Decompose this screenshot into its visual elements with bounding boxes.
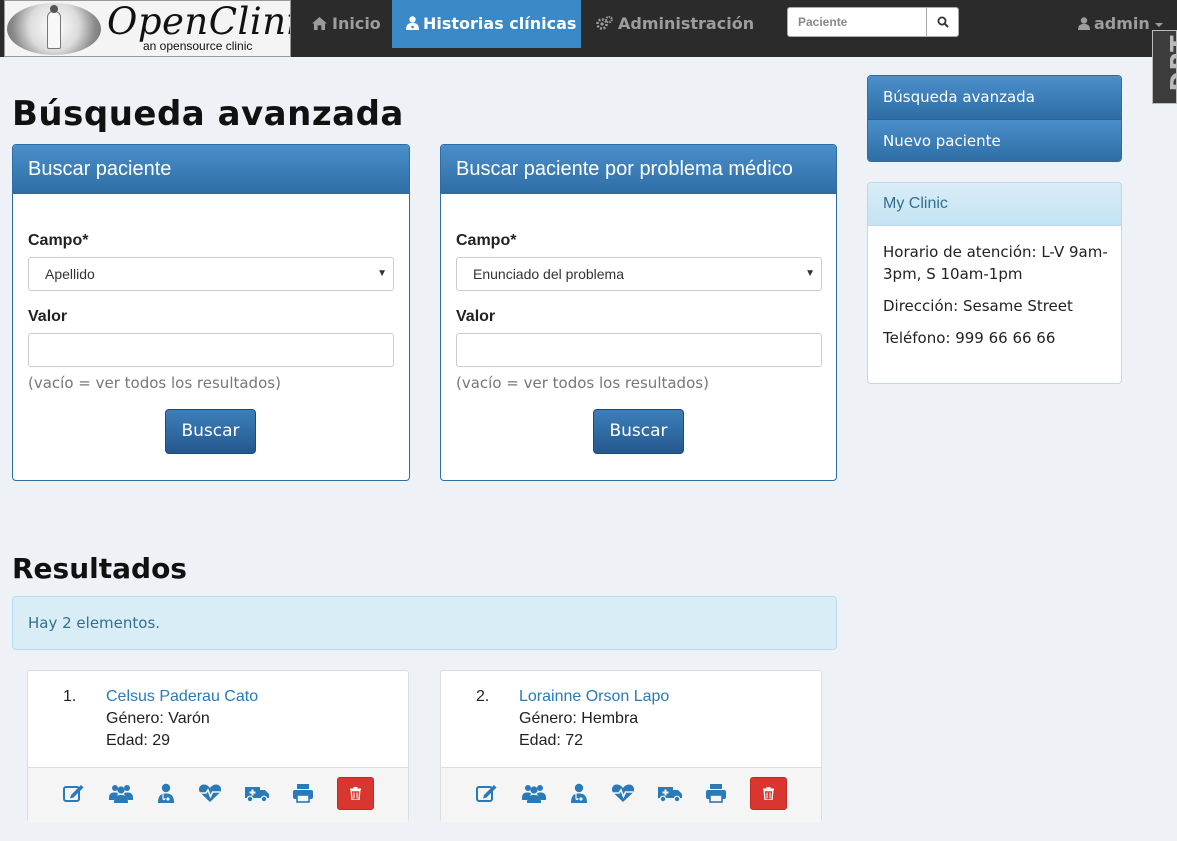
nav-home[interactable]: Inicio — [298, 0, 395, 48]
value-help-text: (vacío = ver todos los resultados) — [28, 374, 281, 392]
patient-search-input[interactable] — [787, 7, 927, 37]
openclinic-logo[interactable]: OpenClinic an opensource clinic system — [4, 0, 291, 57]
search-problem-panel: Buscar paciente por problema médico Camp… — [440, 144, 837, 481]
home-icon — [312, 17, 327, 30]
delete-button[interactable] — [337, 777, 374, 810]
patient-gender: Género: Hembra — [519, 710, 639, 727]
result-actions — [28, 767, 408, 822]
relatives-icon[interactable] — [521, 780, 547, 806]
trash-icon — [763, 787, 774, 800]
problem-field-select-value: Enunciado del problema — [473, 266, 624, 282]
value-input[interactable] — [28, 333, 394, 367]
clinic-name: My Clinic — [868, 183, 1121, 226]
patient-name-link[interactable]: Lorainne Orson Lapo — [519, 688, 669, 706]
user-icon — [1078, 17, 1090, 30]
doctor-icon[interactable] — [566, 780, 592, 806]
chevron-down-icon: ▼ — [377, 268, 387, 279]
search-problem-button[interactable]: Buscar — [593, 409, 684, 454]
field-select-value: Apellido — [45, 266, 95, 282]
clinic-hours: Horario de atención: L-V 9am-3pm, S 10am… — [883, 243, 1108, 283]
result-card: 1. Celsus Paderau Cato Género: Varón Eda… — [27, 670, 409, 822]
relatives-icon[interactable] — [108, 780, 134, 806]
search-button[interactable] — [926, 7, 959, 37]
results-count-alert: Hay 2 elementos. — [12, 596, 837, 650]
user-md-icon — [406, 16, 419, 30]
debug-toolbar-label: DPT — [1165, 34, 1177, 92]
search-patient-panel: Buscar paciente Campo* Apellido ▼ Valor … — [12, 144, 410, 481]
debug-toolbar-toggle[interactable]: DPT — [1152, 30, 1177, 104]
sidebar-menu: Búsqueda avanzada Nuevo paciente — [867, 75, 1122, 162]
nav-administration-label: Administración — [618, 14, 755, 33]
page-title: Búsqueda avanzada — [12, 94, 404, 134]
patient-name-link[interactable]: Celsus Paderau Cato — [106, 688, 258, 706]
print-icon[interactable] — [290, 780, 316, 806]
user-name: admin — [1094, 14, 1150, 33]
ambulance-icon[interactable] — [244, 780, 270, 806]
nav-medical-records-label: Historias clínicas — [423, 14, 577, 33]
field-label: Campo* — [456, 232, 517, 249]
doctor-icon[interactable] — [153, 780, 179, 806]
patient-age: Edad: 72 — [519, 732, 584, 749]
result-card: 2. Lorainne Orson Lapo Género: Hembra Ed… — [440, 670, 822, 822]
field-label: Campo* — [28, 232, 89, 249]
field-select[interactable]: Apellido ▼ — [28, 257, 394, 291]
value-label: Valor — [456, 308, 496, 325]
delete-button[interactable] — [750, 777, 787, 810]
value-label: Valor — [28, 308, 68, 325]
logo-title: OpenClinic — [107, 0, 290, 43]
heartbeat-icon[interactable] — [197, 780, 223, 806]
top-navbar: OpenClinic an opensource clinic system I… — [0, 0, 1177, 57]
chevron-down-icon — [1154, 22, 1163, 27]
result-number: 1. — [63, 688, 77, 705]
print-icon[interactable] — [703, 780, 729, 806]
result-number: 2. — [476, 688, 490, 705]
logo-subtitle: an opensource clinic system — [143, 39, 253, 56]
sidebar-item-advanced-search[interactable]: Búsqueda avanzada — [868, 76, 1121, 119]
clinic-address: Dirección: Sesame Street — [883, 297, 1073, 315]
search-patient-heading: Buscar paciente — [13, 145, 409, 194]
edit-icon[interactable] — [61, 780, 87, 806]
problem-field-select[interactable]: Enunciado del problema ▼ — [456, 257, 822, 291]
patient-gender: Género: Varón — [106, 710, 210, 727]
ambulance-icon[interactable] — [657, 780, 683, 806]
cogs-icon — [596, 15, 613, 30]
nav-medical-records[interactable]: Historias clínicas — [392, 0, 581, 48]
value-help-text: (vacío = ver todos los resultados) — [456, 374, 709, 392]
problem-value-input[interactable] — [456, 333, 822, 367]
edit-icon[interactable] — [474, 780, 500, 806]
nav-home-label: Inicio — [332, 14, 381, 33]
clinic-phone: Teléfono: 999 66 66 66 — [883, 329, 1056, 347]
clinic-info-panel: My Clinic Horario de atención: L-V 9am-3… — [867, 182, 1122, 384]
search-patient-button[interactable]: Buscar — [165, 409, 256, 454]
trash-icon — [350, 787, 361, 800]
doctor-figure-logo-image — [7, 3, 101, 55]
search-icon — [937, 16, 949, 28]
search-problem-heading: Buscar paciente por problema médico — [441, 145, 836, 194]
nav-administration[interactable]: Administración — [582, 0, 768, 48]
heartbeat-icon[interactable] — [610, 780, 636, 806]
sidebar-item-new-patient[interactable]: Nuevo paciente — [868, 119, 1121, 161]
user-menu[interactable]: admin — [1078, 0, 1163, 48]
chevron-down-icon: ▼ — [805, 268, 815, 279]
results-title: Resultados — [12, 552, 187, 585]
patient-age: Edad: 29 — [106, 732, 171, 749]
result-actions — [441, 767, 821, 822]
